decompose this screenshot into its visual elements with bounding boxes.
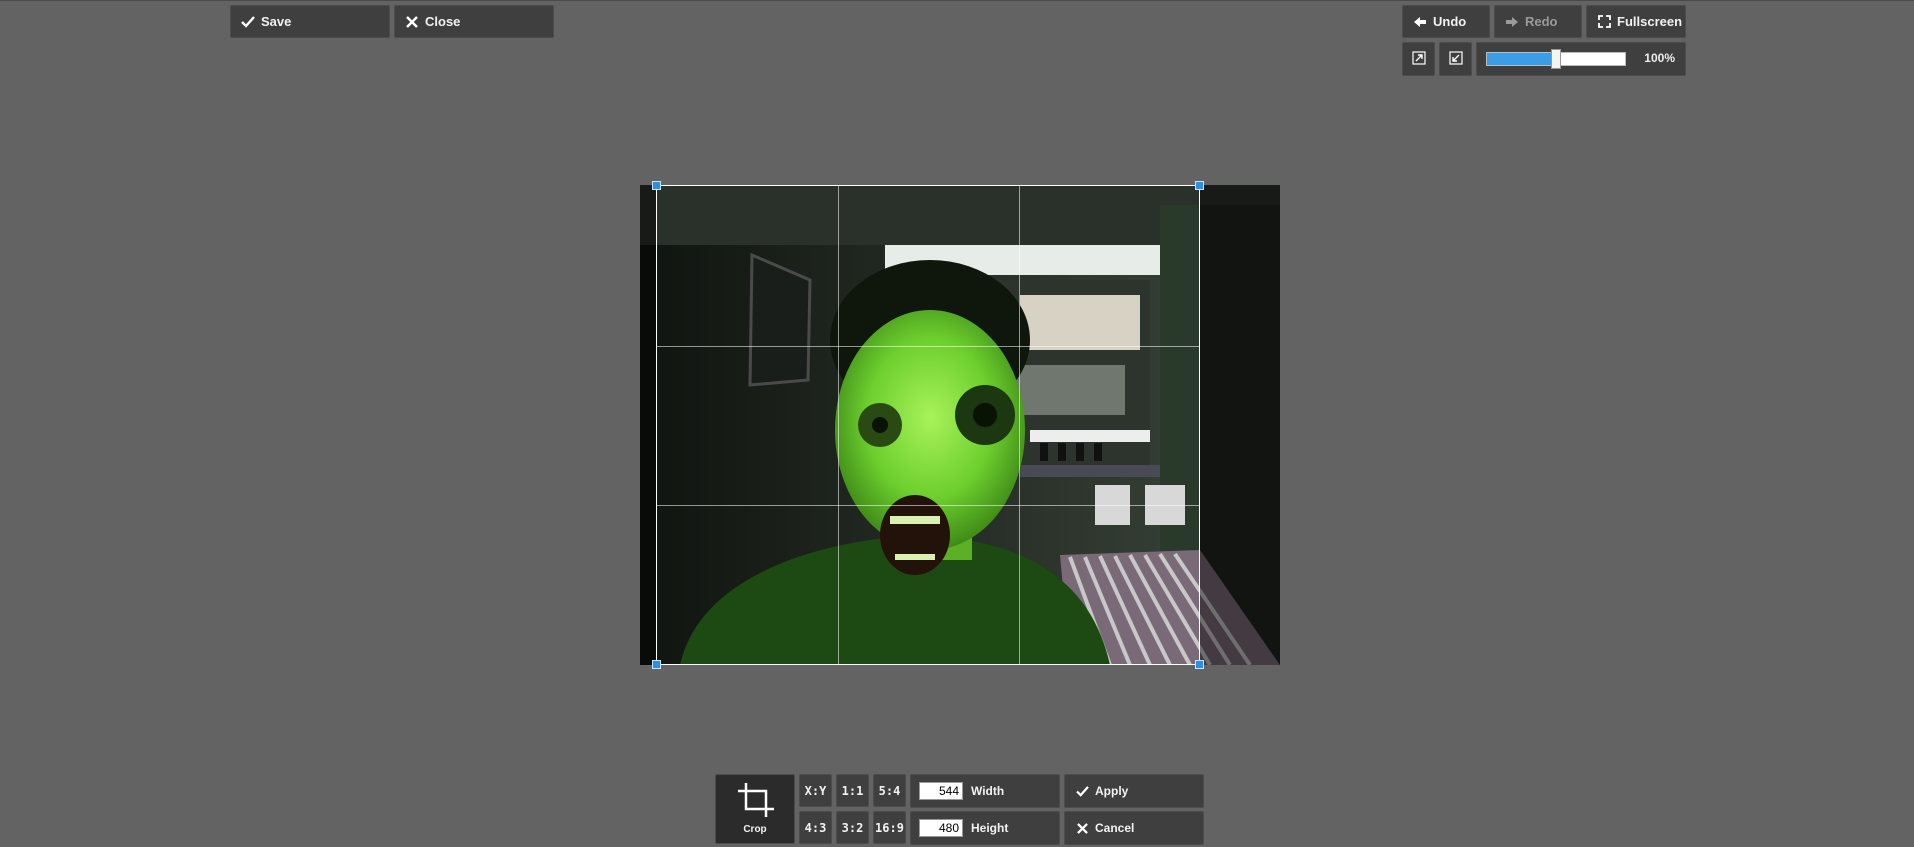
height-label: Height [971, 821, 1009, 835]
crop-icon [736, 781, 776, 824]
crop-handle-top-right[interactable] [1195, 181, 1204, 190]
redo-label: Redo [1525, 14, 1558, 29]
ratio-3-2-button[interactable]: 3:2 [836, 811, 869, 844]
close-button[interactable]: Close [394, 5, 554, 38]
fullscreen-button[interactable]: Fullscreen [1586, 5, 1686, 38]
zoom-slider-box: 100% [1476, 42, 1686, 76]
zoom-actual-icon [1448, 50, 1463, 68]
width-label: Width [971, 784, 1005, 798]
arrow-left-icon [1411, 16, 1429, 28]
height-control: Height [910, 811, 1060, 845]
ratio-16-9-button[interactable]: 16:9 [873, 811, 906, 844]
crop-grid-line [657, 505, 1199, 506]
fullscreen-label: Fullscreen [1617, 14, 1683, 29]
crop-outside-right [1200, 185, 1280, 665]
fullscreen-icon [1595, 15, 1613, 28]
zoom-fit-icon [1411, 50, 1426, 68]
ratio-4-3-button[interactable]: 4:3 [799, 811, 832, 844]
zoom-slider-thumb[interactable] [1551, 49, 1561, 69]
crop-handle-bottom-left[interactable] [652, 660, 661, 669]
arrow-right-icon [1503, 16, 1521, 28]
crop-tool-label: Crop [743, 824, 767, 835]
zoom-slider-fill [1487, 53, 1556, 65]
close-label: Close [425, 14, 461, 29]
zoom-value: 100% [1644, 51, 1675, 65]
cancel-label: Cancel [1095, 821, 1135, 835]
crop-grid-line [838, 186, 839, 664]
ratio-1-1-button[interactable]: 1:1 [836, 774, 869, 807]
ratio-label: 3:2 [841, 820, 864, 835]
checkmark-icon [1073, 785, 1091, 797]
save-button[interactable]: Save [230, 5, 390, 38]
close-icon [403, 15, 421, 28]
crop-grid-line [657, 346, 1199, 347]
checkmark-icon [239, 15, 257, 28]
ratio-label: X:Y [804, 783, 827, 798]
top-border [0, 0, 1914, 1]
crop-outside-left [640, 185, 656, 665]
crop-tool-button[interactable]: Crop [715, 774, 795, 844]
ratio-label: 5:4 [878, 783, 901, 798]
zoom-slider[interactable] [1486, 49, 1626, 69]
undo-button[interactable]: Undo [1402, 5, 1490, 38]
ratio-label: 1:1 [841, 783, 864, 798]
crop-grid-line [1019, 186, 1020, 664]
crop-handle-bottom-right[interactable] [1195, 660, 1204, 669]
ratio-5-4-button[interactable]: 5:4 [873, 774, 906, 807]
ratio-free-button[interactable]: X:Y [799, 774, 832, 807]
ratio-label: 16:9 [875, 820, 904, 835]
redo-button[interactable]: Redo [1494, 5, 1582, 38]
undo-label: Undo [1433, 14, 1467, 29]
cancel-button[interactable]: Cancel [1064, 811, 1204, 845]
height-input[interactable] [919, 819, 963, 837]
zoom-actual-button[interactable] [1439, 42, 1472, 76]
width-control: Width [910, 774, 1060, 808]
apply-button[interactable]: Apply [1064, 774, 1204, 808]
crop-handle-top-left[interactable] [652, 181, 661, 190]
crop-selection[interactable] [656, 185, 1200, 665]
width-input[interactable] [919, 782, 963, 800]
ratio-label: 4:3 [804, 820, 827, 835]
zoom-fit-button[interactable] [1402, 42, 1435, 76]
apply-label: Apply [1095, 784, 1129, 798]
close-icon [1073, 822, 1091, 834]
save-label: Save [261, 14, 292, 29]
